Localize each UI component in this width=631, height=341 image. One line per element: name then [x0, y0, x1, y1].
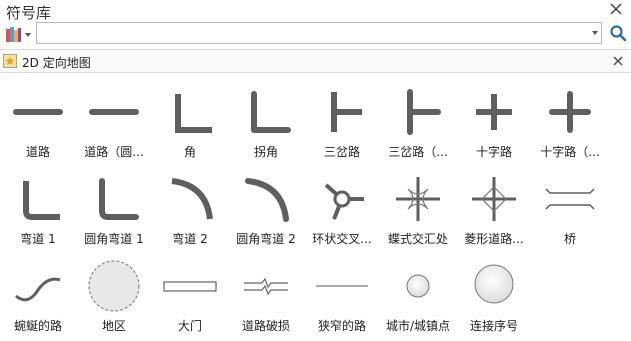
- symbol-label: 狭窄的路: [317, 319, 366, 333]
- symbol-label: 大门: [177, 319, 202, 333]
- symbol-label: 连接序号: [469, 319, 518, 333]
- symbol-item[interactable]: 桥: [532, 167, 608, 249]
- roundabout-icon: [324, 183, 364, 220]
- crossroad-rounded-icon: [549, 91, 591, 133]
- symbol-label: 蝶式交汇处: [387, 232, 448, 246]
- symbol-item[interactable]: 蜿蜒的路: [0, 254, 76, 336]
- symbol-item[interactable]: 地区: [76, 254, 152, 336]
- symbol-grid: 道路 道路（圆... 角 拐角 三岔路 三岔路（... 十字路 十字路（... …: [0, 80, 631, 341]
- road-icon: [13, 109, 63, 115]
- symbol-item[interactable]: 三岔路（...: [380, 80, 456, 162]
- road-rounded-icon: [89, 109, 139, 115]
- crossroad-icon: [476, 94, 512, 130]
- star-library-icon: [3, 54, 17, 68]
- area-icon: [88, 260, 140, 312]
- winding-road-icon: [15, 277, 61, 302]
- rounded-curve-1-icon: [99, 178, 139, 220]
- search-history-chevron-icon[interactable]: [592, 31, 598, 35]
- corner-icon: [175, 94, 212, 133]
- butterfly-interchange-icon: [396, 177, 440, 221]
- symbol-item[interactable]: 蝶式交汇处: [380, 167, 456, 249]
- symbol-label: 地区: [101, 319, 126, 333]
- symbol-item[interactable]: 狭窄的路: [304, 254, 380, 336]
- narrow-road-icon: [316, 285, 368, 287]
- window-title: 符号库: [6, 4, 52, 22]
- symbol-item[interactable]: 圆角弯道 2: [228, 167, 304, 249]
- symbol-label: 环状交叉...: [312, 232, 372, 246]
- symbol-label: 十字路（...: [540, 145, 600, 159]
- symbol-item[interactable]: 道路破损: [228, 254, 304, 336]
- symbol-item[interactable]: 连接序号: [456, 254, 532, 336]
- symbol-item[interactable]: 弯道 2: [152, 167, 228, 249]
- symbol-label: 道路（圆...: [84, 145, 144, 159]
- close-library-icon[interactable]: [613, 56, 623, 66]
- gate-icon: [163, 281, 217, 292]
- symbol-item[interactable]: 菱形道路...: [456, 167, 532, 249]
- search-input[interactable]: [36, 22, 602, 44]
- t-junction-rounded-icon: [407, 89, 441, 135]
- symbol-label: 圆角弯道 1: [84, 232, 144, 246]
- close-icon[interactable]: [609, 2, 623, 16]
- symbol-item[interactable]: 道路: [0, 80, 76, 162]
- search-icon[interactable]: [609, 24, 627, 42]
- symbol-item[interactable]: 拐角: [228, 80, 304, 162]
- symbol-item[interactable]: 角: [152, 80, 228, 162]
- symbol-label: 菱形道路...: [464, 232, 524, 246]
- symbol-item[interactable]: 大门: [152, 254, 228, 336]
- symbol-item[interactable]: 十字路（...: [532, 80, 608, 162]
- symbol-item[interactable]: 环状交叉...: [304, 167, 380, 249]
- symbol-label: 圆角弯道 2: [236, 232, 296, 246]
- symbol-label: 三岔路（...: [388, 145, 448, 159]
- rounded-curve-2-icon: [245, 178, 289, 222]
- symbol-label: 桥: [563, 232, 576, 246]
- t-junction-icon: [331, 92, 362, 132]
- symbol-label: 道路破损: [241, 319, 290, 333]
- symbol-label: 角: [183, 145, 196, 159]
- symbol-item[interactable]: 城市/城镇点: [380, 254, 456, 336]
- symbol-label: 三岔路: [323, 145, 360, 159]
- curve-2-icon: [171, 178, 213, 220]
- title-bar: 符号库: [0, 0, 631, 22]
- broken-road-icon: [244, 277, 288, 296]
- diamond-interchange-icon: [472, 177, 516, 221]
- curve-1-icon: [23, 181, 60, 220]
- symbol-item[interactable]: 三岔路: [304, 80, 380, 162]
- symbol-label: 城市/城镇点: [385, 319, 451, 333]
- symbol-item[interactable]: 十字路: [456, 80, 532, 162]
- turn-corner-icon: [251, 91, 291, 133]
- symbol-item[interactable]: 弯道 1: [0, 167, 76, 249]
- city-town-icon: [406, 274, 430, 298]
- connection-number-icon: [474, 264, 514, 304]
- symbol-item[interactable]: 圆角弯道 1: [76, 167, 152, 249]
- symbol-label: 弯道 2: [172, 232, 208, 246]
- library-header[interactable]: 2D 定向地图: [0, 49, 631, 73]
- symbol-label: 拐角: [253, 145, 278, 159]
- search-bar: [0, 22, 631, 46]
- library-menu-icon[interactable]: [4, 25, 34, 43]
- library-name: 2D 定向地图: [22, 56, 91, 70]
- symbol-label: 十字路: [475, 145, 512, 159]
- symbol-item[interactable]: 道路（圆...: [76, 80, 152, 162]
- bridge-icon: [545, 188, 595, 210]
